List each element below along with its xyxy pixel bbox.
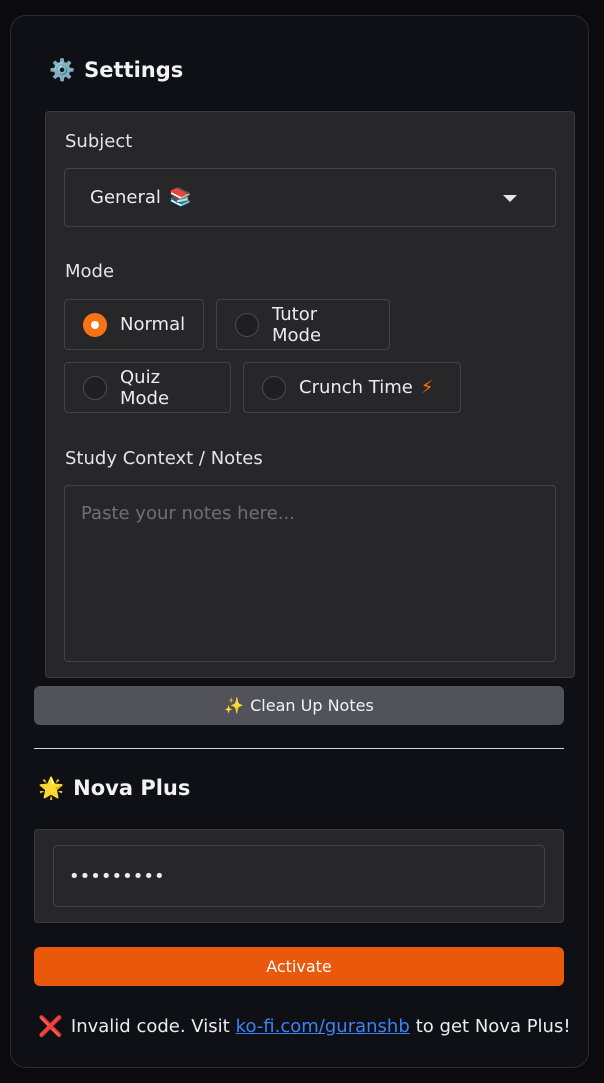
clean-up-notes-button[interactable]: ✨ Clean Up Notes	[34, 686, 564, 725]
mode-option-label: Normal	[120, 314, 186, 335]
notes-label: Study Context / Notes	[65, 448, 263, 469]
gear-icon: ⚙️	[49, 57, 76, 82]
mode-label: Mode	[65, 261, 115, 282]
books-icon: 📚	[168, 187, 192, 208]
subject-selected-value: General	[90, 187, 161, 208]
radio-unselected-icon[interactable]	[83, 375, 107, 400]
section-divider	[34, 748, 564, 749]
star-icon: 🌟	[38, 775, 65, 800]
subject-label: Subject	[65, 131, 133, 152]
notes-textarea[interactable]	[64, 485, 556, 662]
kofi-link[interactable]: ko-fi.com/guranshb	[236, 1016, 410, 1037]
radio-unselected-icon[interactable]	[262, 375, 286, 400]
radio-unselected-icon[interactable]	[235, 312, 259, 337]
mode-option-label: Quiz Mode	[120, 366, 170, 409]
status-message-suffix: to get Nova Plus!	[415, 1015, 571, 1037]
nova-plus-title: Nova Plus	[73, 776, 191, 800]
sparkles-icon: ✨	[224, 696, 245, 715]
settings-title: Settings	[84, 58, 184, 82]
nova-plus-header: 🌟 Nova Plus	[38, 776, 190, 800]
mode-option-normal[interactable]: Normal	[64, 299, 204, 350]
subject-dropdown[interactable]: General 📚	[64, 168, 556, 227]
mode-option-label: Crunch Time	[299, 377, 413, 398]
mode-option-tutor[interactable]: Tutor Mode	[216, 299, 390, 350]
mode-option-crunch-time[interactable]: Crunch Time ⚡	[243, 362, 461, 413]
radio-selected-icon[interactable]	[83, 312, 107, 337]
mode-option-label: Tutor Mode	[272, 303, 322, 346]
activate-button[interactable]: Activate	[34, 947, 564, 986]
cross-mark-icon: ❌	[38, 1014, 63, 1038]
status-message-prefix: Invalid code. Visit	[70, 1015, 230, 1037]
nova-plus-box	[34, 829, 564, 923]
access-code-input[interactable]	[53, 845, 545, 907]
settings-header: ⚙️ Settings	[49, 58, 183, 82]
mode-option-quiz[interactable]: Quiz Mode	[64, 362, 231, 413]
status-message: ❌ Invalid code. Visit ko-fi.com/guranshb…	[38, 1014, 571, 1038]
settings-box: Subject General 📚 Mode Normal Tutor Mode…	[45, 111, 575, 678]
clean-up-notes-label: Clean Up Notes	[250, 696, 374, 715]
chevron-down-icon[interactable]	[503, 195, 517, 202]
lightning-icon: ⚡	[420, 377, 434, 398]
